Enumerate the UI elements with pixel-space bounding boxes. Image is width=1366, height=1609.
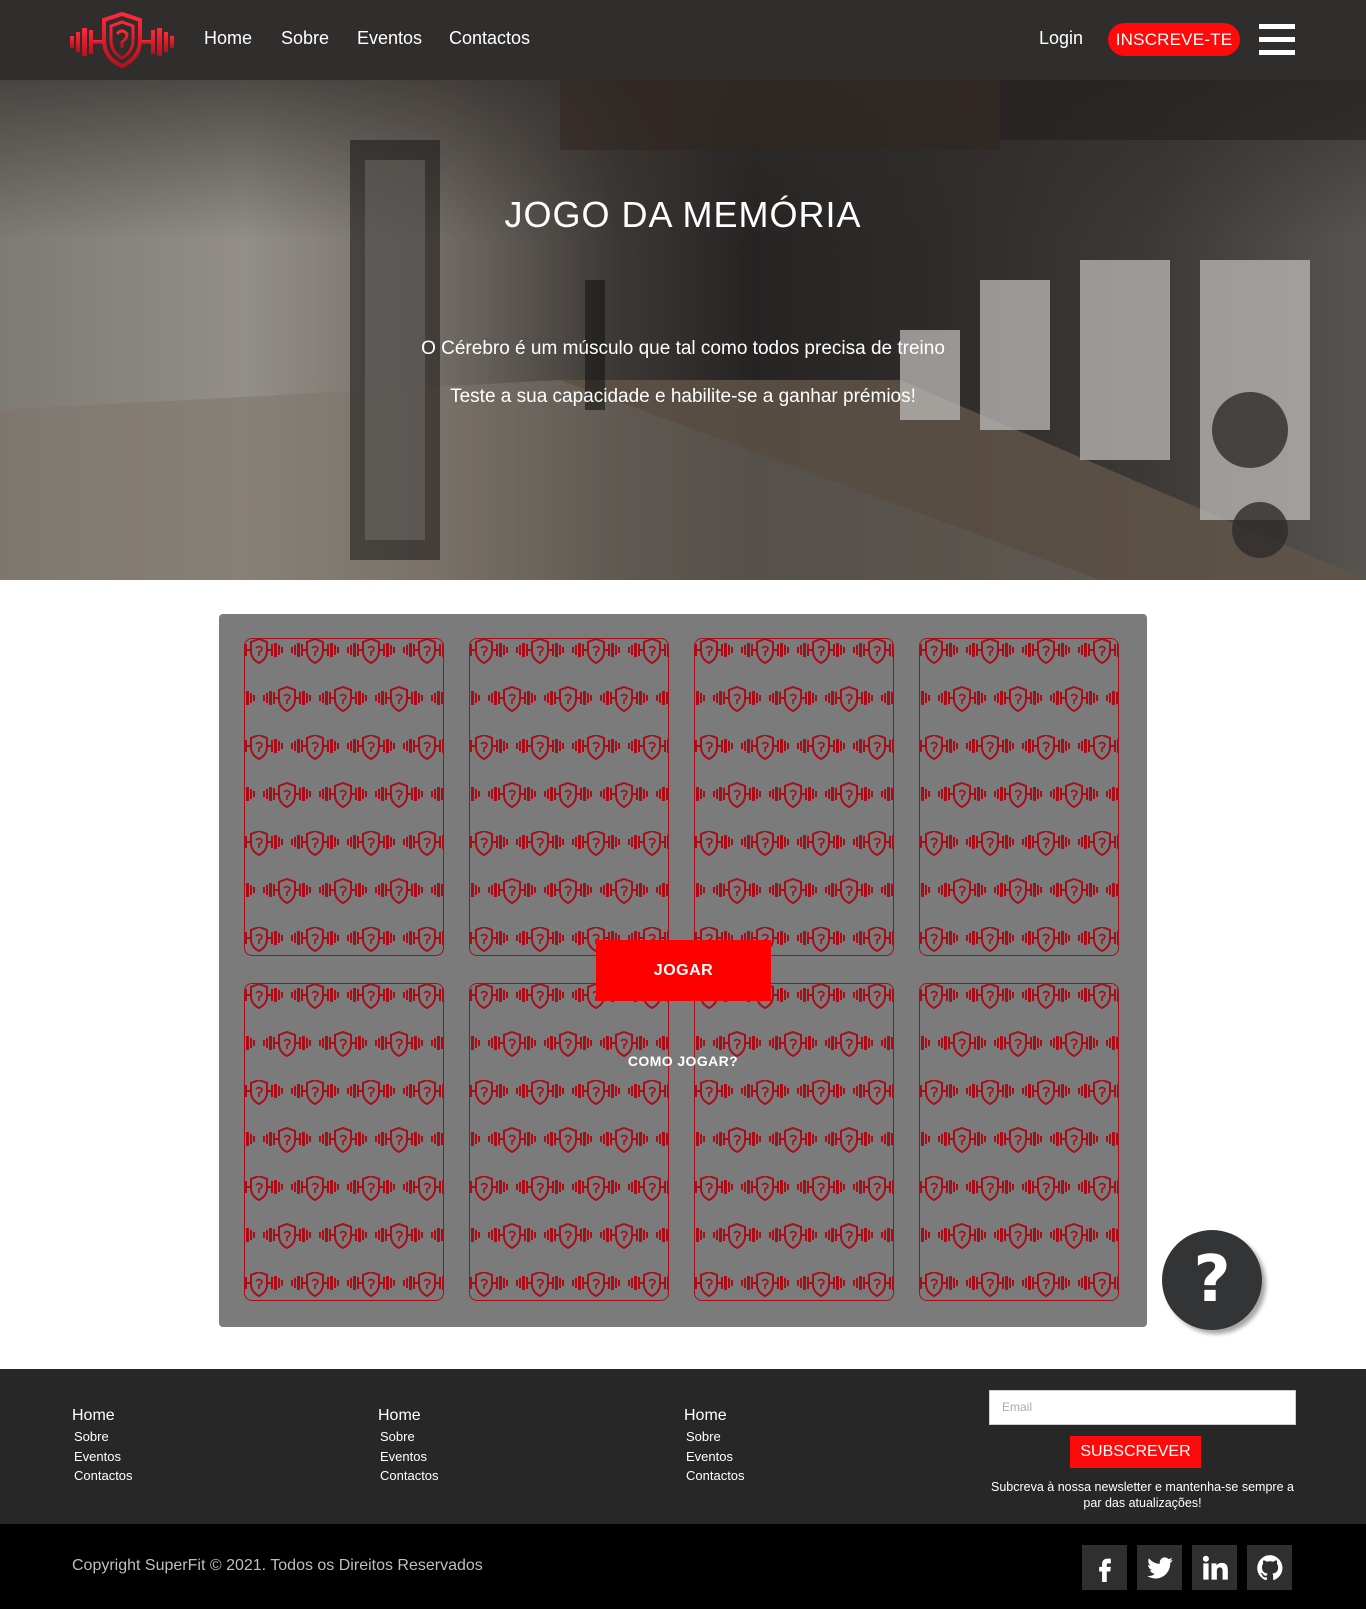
card-back-pattern <box>695 639 893 955</box>
card-back-pattern <box>245 984 443 1300</box>
hero-banner: JOGO DA MEMÓRIA O Cérebro é um músculo q… <box>0 80 1366 580</box>
memory-card-2[interactable] <box>469 638 669 956</box>
linkedin-icon[interactable] <box>1192 1545 1237 1590</box>
hero-overlay <box>0 80 1366 580</box>
footer-link-contactos[interactable]: Contactos <box>380 1466 439 1486</box>
card-back-pattern <box>920 639 1118 955</box>
footer-link-sobre[interactable]: Sobre <box>380 1427 439 1447</box>
memory-card-3[interactable] <box>694 638 894 956</box>
memory-card-7[interactable] <box>694 983 894 1301</box>
footer-link-eventos[interactable]: Eventos <box>686 1447 745 1467</box>
footer-link-sobre[interactable]: Sobre <box>74 1427 133 1447</box>
question-mark-icon[interactable]: ? <box>1162 1230 1262 1330</box>
newsletter-text: Subcreva à nossa newsletter e mantenha-s… <box>991 1480 1294 1510</box>
hero-subtitle-1: O Cérebro é um músculo que tal como todo… <box>421 338 945 359</box>
footer: Home Sobre Eventos Contactos Home Sobre … <box>0 1369 1366 1524</box>
newsletter-email-input[interactable]: Email <box>989 1390 1296 1425</box>
twitter-icon[interactable] <box>1137 1545 1182 1590</box>
hero-subtitle-2: Teste a sua capacidade e habilite-se a g… <box>450 386 916 407</box>
card-back-pattern <box>470 639 668 955</box>
card-back-pattern <box>920 984 1118 1300</box>
footer-link-eventos[interactable]: Eventos <box>380 1447 439 1467</box>
play-button[interactable]: JOGAR <box>596 940 771 1001</box>
how-to-play-link[interactable]: COMO JOGAR? <box>584 1053 782 1069</box>
memory-card-8[interactable] <box>919 983 1119 1301</box>
footer-column-1: Home Sobre Eventos Contactos <box>72 1407 133 1486</box>
hero-title: JOGO DA MEMÓRIA <box>504 194 862 235</box>
facebook-icon[interactable] <box>1082 1545 1127 1590</box>
signup-button[interactable]: INSCREVE-TE <box>1108 23 1240 56</box>
footer-link-sobre[interactable]: Sobre <box>686 1427 745 1447</box>
memory-card-6[interactable] <box>469 983 669 1301</box>
navbar: Home Sobre Eventos Contactos Login INSCR… <box>0 0 1366 80</box>
footer-link-eventos[interactable]: Eventos <box>74 1447 133 1467</box>
bottom-bar: Copyright SuperFit © 2021. Todos os Dire… <box>0 1524 1366 1609</box>
dumbbell-shield-logo-icon[interactable] <box>70 12 174 68</box>
copyright-text: Copyright SuperFit © 2021. Todos os Dire… <box>72 1557 483 1574</box>
footer-column-2: Home Sobre Eventos Contactos <box>378 1407 439 1486</box>
hamburger-menu-icon[interactable] <box>1259 24 1295 56</box>
card-back-pattern <box>695 984 893 1300</box>
card-back-pattern <box>245 639 443 955</box>
github-icon[interactable] <box>1247 1545 1292 1590</box>
footer-link-contactos[interactable]: Contactos <box>74 1466 133 1486</box>
memory-card-5[interactable] <box>244 983 444 1301</box>
footer-link-home[interactable]: Home <box>378 1407 439 1425</box>
subscribe-button[interactable]: SUBSCREVER <box>1070 1436 1201 1468</box>
nav-home[interactable]: Home <box>204 28 252 49</box>
nav-sobre[interactable]: Sobre <box>281 28 329 49</box>
memory-card-1[interactable] <box>244 638 444 956</box>
footer-link-home[interactable]: Home <box>72 1407 133 1425</box>
footer-column-3: Home Sobre Eventos Contactos <box>684 1407 745 1486</box>
nav-eventos[interactable]: Eventos <box>357 28 422 49</box>
nav-contactos[interactable]: Contactos <box>449 28 530 49</box>
memory-card-4[interactable] <box>919 638 1119 956</box>
footer-link-contactos[interactable]: Contactos <box>686 1466 745 1486</box>
login-link[interactable]: Login <box>1039 28 1083 49</box>
card-back-pattern <box>470 984 668 1300</box>
footer-link-home[interactable]: Home <box>684 1407 745 1425</box>
